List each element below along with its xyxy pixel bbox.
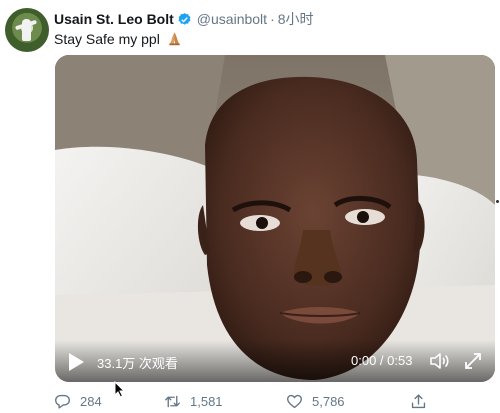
fullscreen-icon[interactable] [463,351,483,371]
tweet-header: Usain St. Leo Bolt @usainbolt · 8小时 [54,9,314,29]
tweet-actions: 284 1,581 5,786 [54,393,494,411]
volume-icon[interactable] [429,351,451,371]
avatar[interactable] [5,8,49,52]
tweet-text: Stay Safe my ppl [54,31,182,47]
like-icon [287,394,302,409]
share-icon [411,394,426,409]
folded-hands-icon [168,32,180,46]
play-icon[interactable] [67,352,85,372]
video-frame [55,55,495,382]
tweet[interactable]: Usain St. Leo Bolt @usainbolt · 8小时 Stay… [0,0,500,413]
reply-button[interactable]: 284 [54,393,102,410]
tweet-timestamp[interactable]: 8小时 [278,9,314,29]
view-count: 33.1万 次观看 [97,356,178,371]
video-controls: 33.1万 次观看 0:00 / 0:53 [55,340,495,382]
scroll-indicator-dot [496,200,499,203]
retweet-count: 1,581 [190,394,223,409]
video-duration: 0:00 / 0:53 [351,353,413,368]
like-count: 5,786 [312,394,345,409]
tweet-text-content: Stay Safe my ppl [54,31,160,47]
video-player[interactable]: 33.1万 次观看 0:00 / 0:53 [55,55,495,382]
user-handle[interactable]: @usainbolt [197,11,267,27]
verified-badge-icon [178,12,191,25]
user-name[interactable]: Usain St. Leo Bolt [54,11,174,27]
retweet-icon [165,395,180,408]
reply-count: 284 [80,394,102,409]
like-button[interactable]: 5,786 [286,393,345,410]
retweet-button[interactable]: 1,581 [164,393,223,410]
share-button[interactable] [410,393,436,410]
reply-icon [55,394,70,409]
header-separator: · [270,11,275,27]
avatar-figure-shape [22,19,31,41]
